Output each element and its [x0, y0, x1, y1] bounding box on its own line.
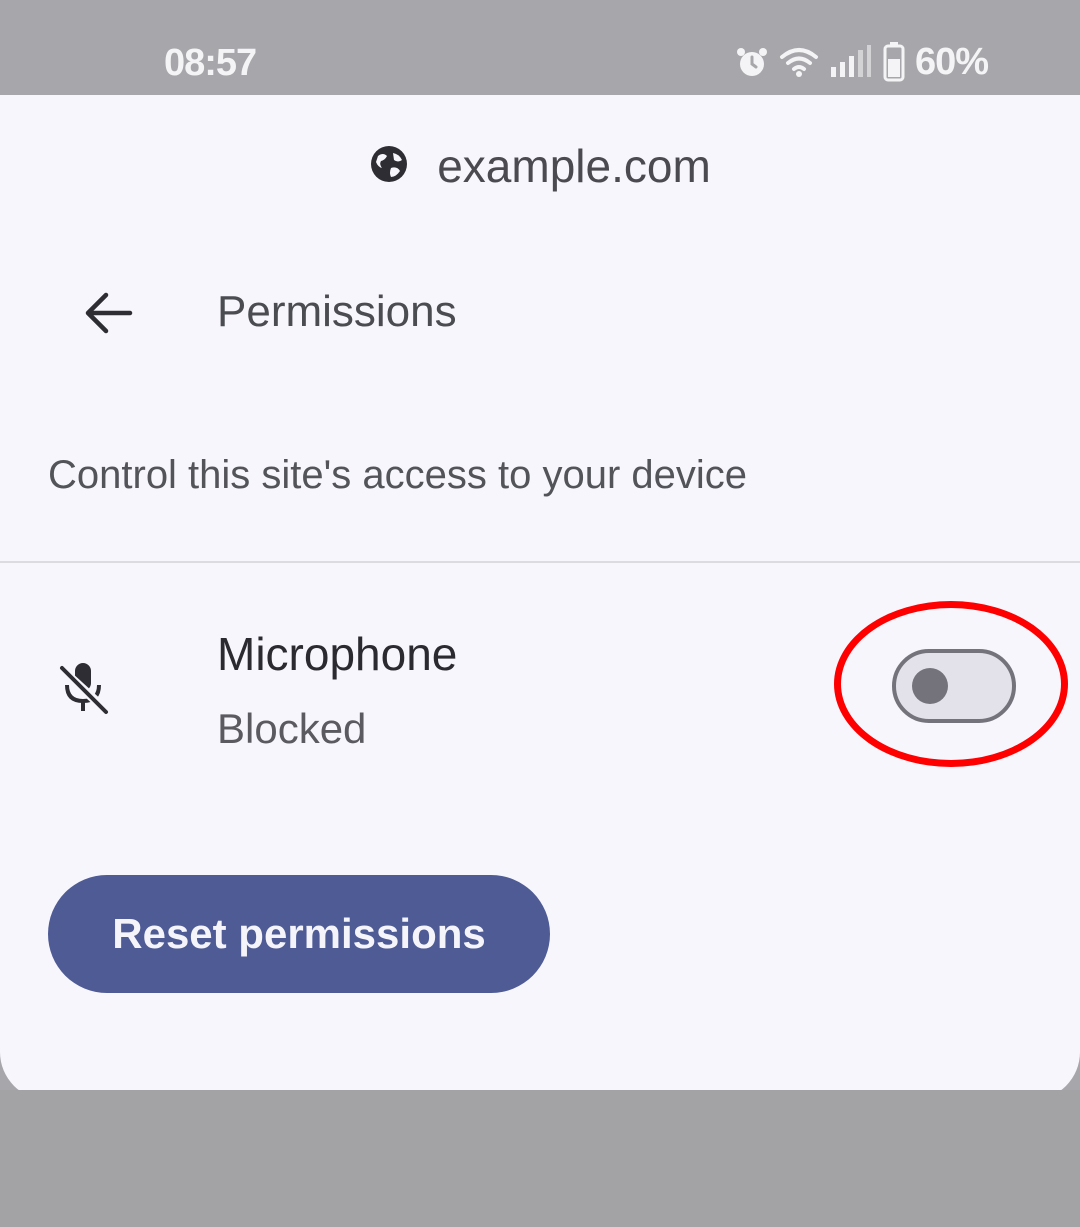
wifi-icon: [779, 45, 819, 79]
microphone-toggle[interactable]: [892, 649, 1016, 723]
microphone-off-icon: [52, 657, 114, 719]
permission-item-microphone[interactable]: Microphone Blocked: [0, 615, 1080, 775]
battery-percentage: 60%: [914, 40, 989, 83]
status-bar: 08:57 60%: [0, 0, 1080, 95]
scrim[interactable]: [0, 1090, 1080, 1227]
signal-icon: [829, 45, 873, 79]
site-domain: example.com: [437, 140, 711, 192]
permission-status: Blocked: [217, 705, 367, 752]
alarm-icon: [735, 45, 769, 79]
toggle-knob: [912, 668, 948, 704]
status-icons: 60%: [735, 40, 989, 84]
permission-name: Microphone: [217, 628, 458, 680]
back-arrow-icon: [82, 291, 134, 340]
back-button[interactable]: [68, 283, 148, 347]
status-time: 08:57: [164, 42, 257, 84]
screen: 08:57 60% example.com Permissions Contro…: [0, 0, 1080, 1227]
permissions-sheet: example.com Permissions Control this sit…: [0, 95, 1080, 1100]
page-description: Control this site's access to your devic…: [48, 453, 748, 497]
page-title: Permissions: [217, 287, 457, 336]
battery-icon: [883, 42, 905, 82]
divider: [0, 561, 1080, 563]
globe-icon: [369, 144, 409, 189]
reset-permissions-button[interactable]: Reset permissions: [48, 875, 550, 993]
site-header: example.com: [0, 135, 1080, 197]
